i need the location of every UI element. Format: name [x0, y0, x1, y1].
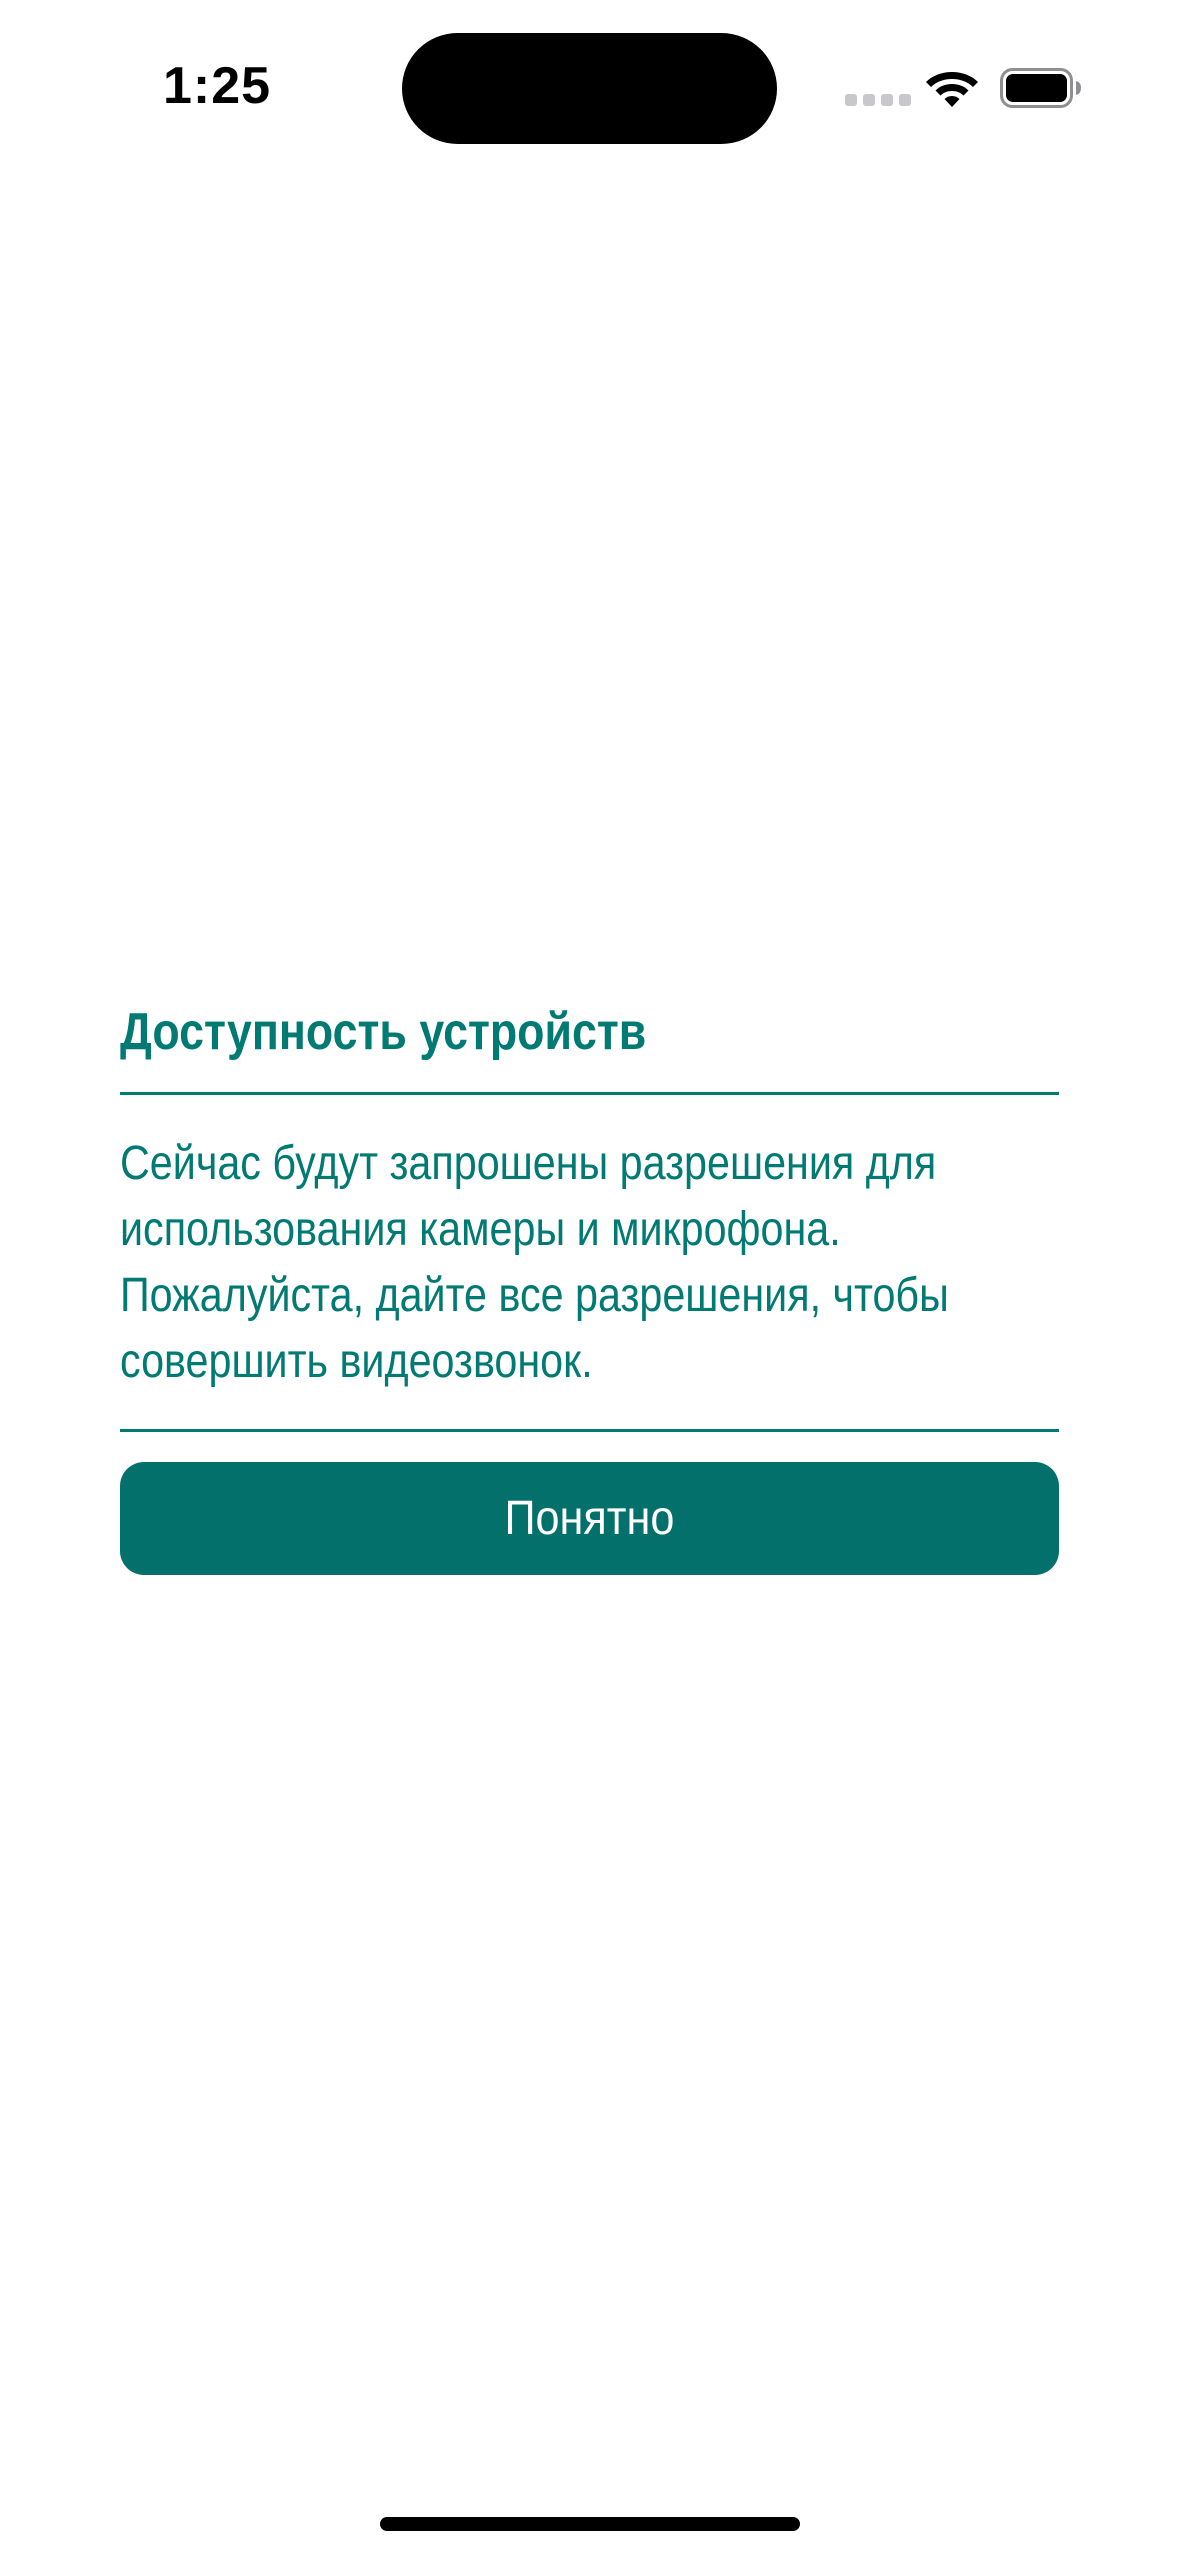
- wifi-icon: [926, 72, 978, 107]
- status-bar: 1:25: [0, 0, 1179, 170]
- message-divider: [120, 1429, 1059, 1432]
- understood-button[interactable]: Понятно: [120, 1462, 1059, 1575]
- signal-icon: [845, 94, 911, 106]
- dialog-title: Доступность устройств: [120, 1003, 647, 1061]
- home-indicator[interactable]: [380, 2517, 800, 2531]
- permission-dialog: Доступность устройств Сейчас будут запро…: [120, 990, 1059, 1575]
- battery-icon: [1000, 68, 1081, 108]
- status-time: 1:25: [163, 57, 272, 115]
- dynamic-island: [402, 33, 777, 144]
- understood-button-label: Понятно: [504, 1492, 675, 1545]
- dialog-message: Сейчас будут запрошены разрешения для ис…: [120, 1137, 949, 1388]
